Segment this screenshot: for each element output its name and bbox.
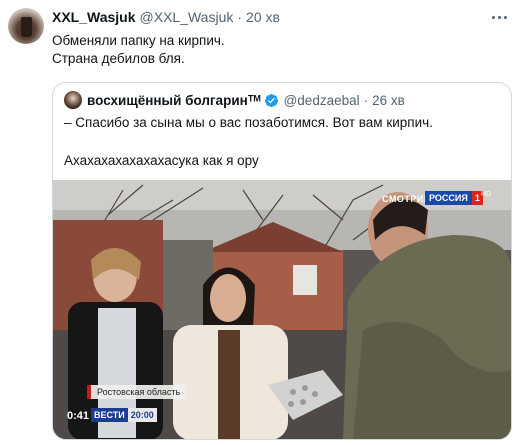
more-icon[interactable] xyxy=(488,10,510,24)
tweet[interactable]: XXL_Wasjuk @XXL_Wasjuk · 20 хв Обменяли … xyxy=(0,0,520,445)
quoted-text-line: – Спасибо за сына мы о вас позаботимся. … xyxy=(64,115,433,130)
tweet-text-line: Обменяли папку на кирпич. xyxy=(52,33,225,48)
handle[interactable]: @XXL_Wasjuk xyxy=(140,9,234,25)
quoted-timestamp: 26 хв xyxy=(372,92,405,108)
quoted-avatar xyxy=(64,91,82,109)
video-frame xyxy=(53,180,511,439)
quoted-tweet[interactable]: восхищённый болгаринᵀᴹ @dedzaebal · 26 х… xyxy=(52,82,512,440)
quoted-display-name: восхищённый болгаринᵀᴹ xyxy=(87,92,261,108)
verified-icon xyxy=(264,93,278,107)
program-time: 20:00 xyxy=(127,408,157,422)
quoted-separator: · xyxy=(363,92,369,108)
region-label: Ростовская область xyxy=(86,385,187,399)
hd-tag: HD xyxy=(481,191,492,198)
tweet-text: Обменяли папку на кирпич. Страна дебилов… xyxy=(52,32,492,68)
program-name: ВЕСТИ xyxy=(91,408,128,422)
avatar-image xyxy=(21,17,32,37)
avatar[interactable] xyxy=(8,8,44,44)
program-badge: ВЕСТИ 20:00 xyxy=(91,408,157,422)
display-name[interactable]: XXL_Wasjuk xyxy=(52,9,136,25)
quoted-handle: @dedzaebal xyxy=(283,92,360,108)
quoted-text-line: Ахахахахахахахасука как я ору xyxy=(64,153,259,168)
video-player[interactable]: СМОТРИМ РОССИЯ 1 HD Ростовская область 0… xyxy=(53,180,511,439)
video-timestamp: 0:41 xyxy=(67,410,90,422)
quoted-tweet-text: – Спасибо за сына мы о вас позаботимся. … xyxy=(64,113,504,170)
quoted-tweet-header: восхищённый болгаринᵀᴹ @dedzaebal · 26 х… xyxy=(64,91,405,109)
separator: · xyxy=(237,9,243,25)
timestamp[interactable]: 20 хв xyxy=(246,9,280,25)
tweet-text-line: Страна дебилов бля. xyxy=(52,51,185,66)
network-badge: РОССИЯ 1 xyxy=(425,191,483,205)
tweet-header: XXL_Wasjuk @XXL_Wasjuk · 20 хв xyxy=(52,9,280,27)
network-name: РОССИЯ xyxy=(425,191,472,205)
